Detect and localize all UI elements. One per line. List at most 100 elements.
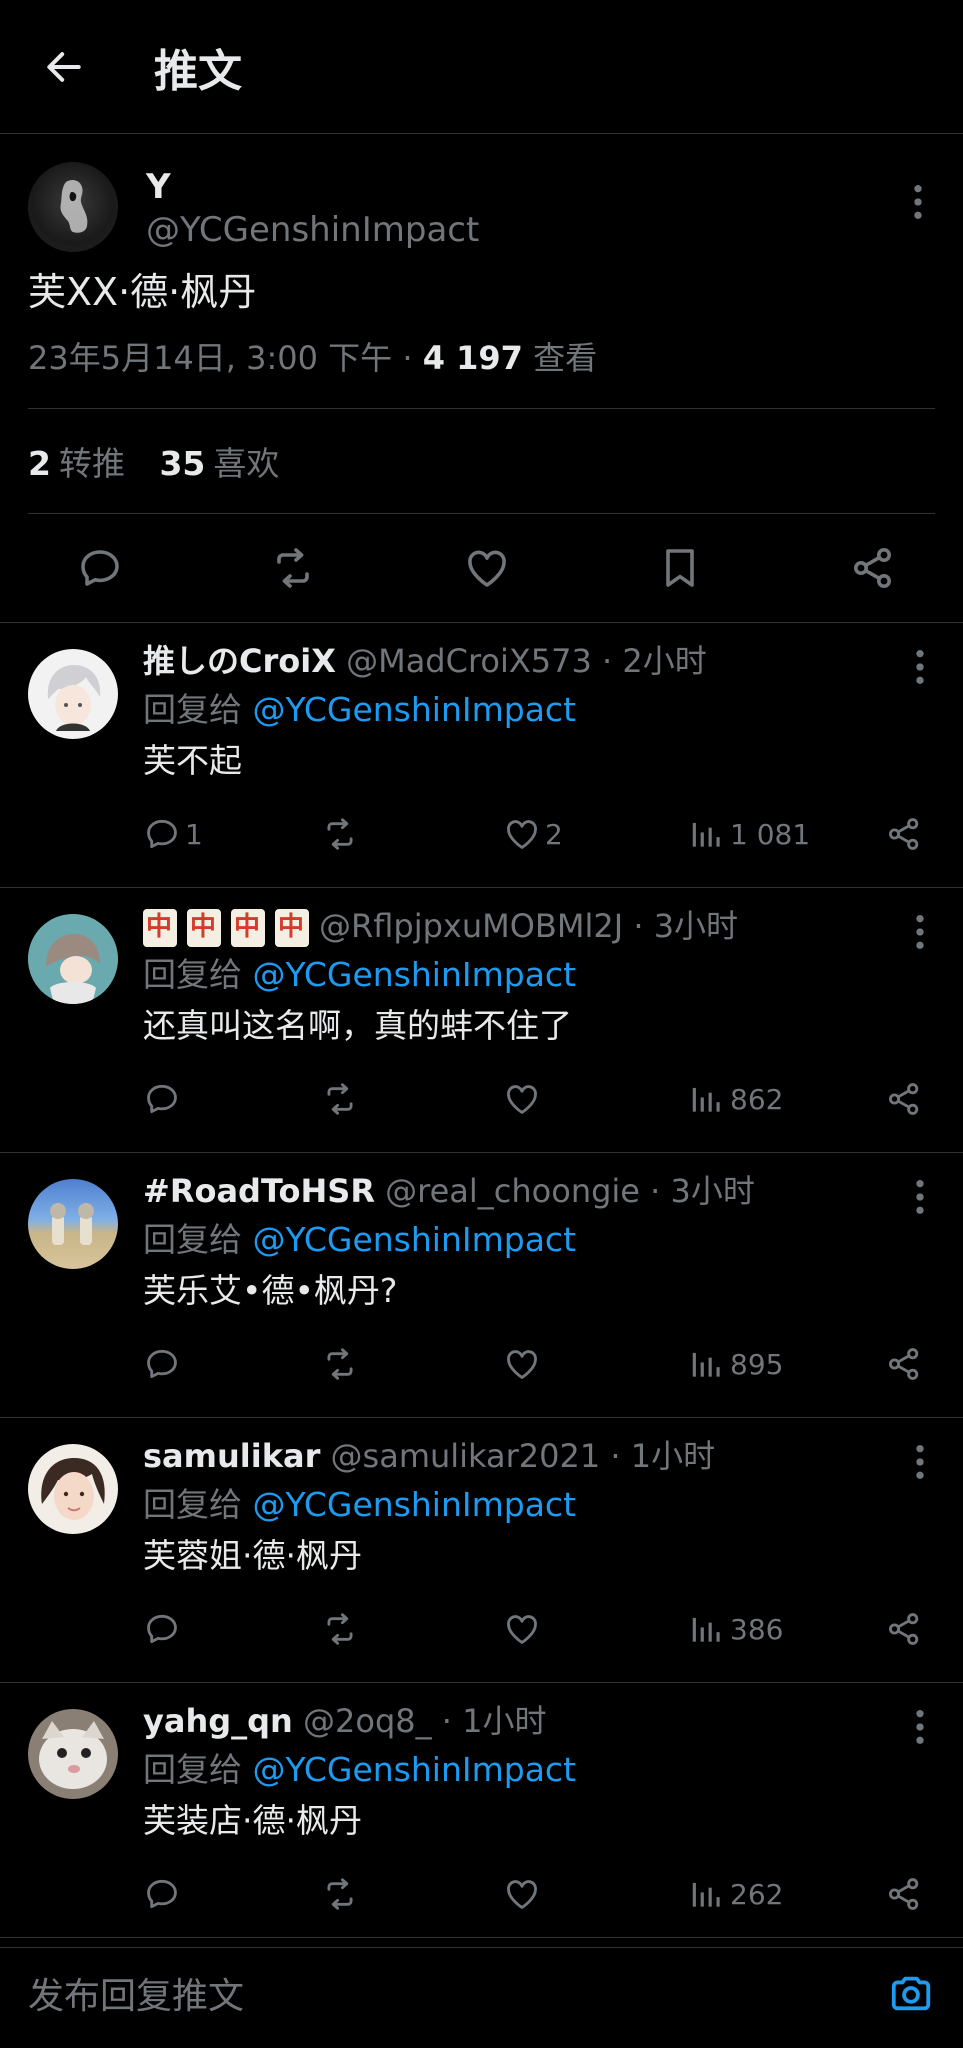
reply-author-handle[interactable]: @RflpjpxuMOBMl2J · 3小时 (319, 907, 738, 945)
views-button[interactable]: 262 (688, 1875, 783, 1913)
reply-author-handle[interactable]: @real_choongie · 3小时 (385, 1172, 755, 1210)
reply-actions: 262 (143, 1869, 923, 1919)
reply-tweet[interactable]: yahg_qn @2oq8_ · 1小时 回复给 @YCGenshinImpac… (0, 1683, 963, 1948)
reply-actions: 895 (143, 1339, 923, 1389)
reply-author-name[interactable]: 推しのCroiX (143, 642, 336, 680)
share-button[interactable] (885, 1610, 923, 1648)
share-icon[interactable] (849, 544, 897, 592)
more-options-icon[interactable] (913, 647, 927, 687)
retweet-icon[interactable] (269, 544, 317, 592)
camera-icon[interactable] (887, 1970, 935, 2016)
reply-avatar[interactable] (28, 1709, 118, 1799)
retweet-icon (321, 1080, 359, 1118)
reply-actions: 862 (143, 1074, 923, 1124)
reply-button[interactable] (143, 1345, 185, 1383)
like-icon (503, 1875, 541, 1913)
reply-compose-bar[interactable]: 发布回复推文 (0, 1937, 963, 2048)
reply-author-handle[interactable]: @samulikar2021 · 1小时 (331, 1437, 716, 1475)
reply-to-mention[interactable]: @YCGenshinImpact (253, 690, 577, 729)
tweet-date: 23年5月14日, 3:00 下午 · (28, 339, 423, 377)
more-options-icon[interactable] (911, 182, 931, 222)
author-avatar[interactable] (28, 162, 118, 252)
reply-text: 还真叫这名啊，真的蚌不住了 (143, 1006, 572, 1045)
reply-icon (143, 815, 181, 853)
views-button[interactable]: 895 (688, 1345, 783, 1383)
share-button[interactable] (885, 815, 923, 853)
share-icon (885, 1875, 923, 1913)
reply-icon (143, 1345, 181, 1383)
reply-button[interactable] (143, 1610, 185, 1648)
reply-to-mention[interactable]: @YCGenshinImpact (253, 1220, 577, 1259)
reply-actions: 1 2 1 081 (143, 809, 923, 859)
reply-author-name[interactable]: yahg_qn (143, 1702, 293, 1740)
view-label: 查看 (522, 339, 598, 377)
reply-icon (143, 1610, 181, 1648)
reply-author-name[interactable]: samulikar (143, 1437, 320, 1475)
main-tweet-actions (28, 514, 935, 622)
reply-avatar[interactable] (28, 914, 118, 1004)
reply-button[interactable] (143, 1080, 185, 1118)
more-options-icon[interactable] (913, 912, 927, 952)
like-button[interactable] (503, 1345, 545, 1383)
views-button[interactable]: 386 (688, 1610, 783, 1648)
retweet-button[interactable] (321, 1345, 363, 1383)
like-button[interactable]: 2 (503, 815, 563, 853)
author-handle[interactable]: @YCGenshinImpact (146, 208, 479, 252)
retweet-button[interactable] (321, 1080, 363, 1118)
reply-to-line: 回复给 @YCGenshinImpact (143, 955, 577, 994)
reply-to-line: 回复给 @YCGenshinImpact (143, 690, 577, 729)
reply-to-line: 回复给 @YCGenshinImpact (143, 1220, 577, 1259)
bookmark-icon[interactable] (656, 544, 704, 592)
like-button[interactable] (503, 1080, 545, 1118)
reply-tweet[interactable]: @RflpjpxuMOBMl2J · 3小时 回复给 @YCGenshinImp… (0, 888, 963, 1153)
retweet-icon (321, 1345, 359, 1383)
views-button[interactable]: 862 (688, 1080, 783, 1118)
reply-icon (143, 1875, 181, 1913)
reply-text: 芙蓉姐·德·枫丹 (143, 1536, 362, 1575)
reply-button[interactable] (143, 1875, 185, 1913)
more-options-icon[interactable] (913, 1442, 927, 1482)
like-button[interactable] (503, 1610, 545, 1648)
like-button[interactable] (503, 1875, 545, 1913)
views-button[interactable]: 1 081 (688, 815, 810, 853)
reply-tweet[interactable]: samulikar @samulikar2021 · 1小时 回复给 @YCGe… (0, 1418, 963, 1683)
reply-author-handle[interactable]: @MadCroiX573 · 2小时 (346, 642, 707, 680)
reply-button[interactable]: 1 (143, 815, 203, 853)
reply-avatar[interactable] (28, 1179, 118, 1269)
reply-to-line: 回复给 @YCGenshinImpact (143, 1485, 577, 1524)
author-name[interactable]: Y (146, 166, 479, 208)
reply-author-name[interactable] (143, 907, 319, 947)
retweet-icon (321, 815, 359, 853)
reply-avatar[interactable] (28, 1444, 118, 1534)
more-options-icon[interactable] (913, 1707, 927, 1747)
more-options-icon[interactable] (913, 1177, 927, 1217)
retweet-icon (321, 1875, 359, 1913)
engagement-stats: 2 转推 35 喜欢 (28, 409, 935, 514)
retweet-stat[interactable]: 2 转推 (28, 444, 125, 483)
reply-author-name[interactable]: #RoadToHSR (143, 1172, 375, 1210)
mahjong-emoji (187, 909, 221, 947)
reply-author-handle[interactable]: @2oq8_ · 1小时 (303, 1702, 547, 1740)
like-icon (503, 815, 541, 853)
reply-icon[interactable] (76, 544, 124, 592)
like-stat[interactable]: 35 喜欢 (159, 444, 279, 483)
share-button[interactable] (885, 1080, 923, 1118)
reply-tweet[interactable]: 推しのCroiX @MadCroiX573 · 2小时 回复给 @YCGensh… (0, 623, 963, 888)
reply-to-mention[interactable]: @YCGenshinImpact (253, 955, 577, 994)
share-button[interactable] (885, 1875, 923, 1913)
reply-to-mention[interactable]: @YCGenshinImpact (253, 1485, 577, 1524)
retweet-button[interactable] (321, 1875, 363, 1913)
like-icon (503, 1345, 541, 1383)
reply-input[interactable]: 发布回复推文 (28, 1967, 244, 2019)
like-icon[interactable] (463, 544, 511, 592)
page-title: 推文 (154, 45, 242, 97)
retweet-button[interactable] (321, 1610, 363, 1648)
tweet-text: 芙XX·德·枫丹 (28, 270, 257, 314)
back-arrow-icon[interactable] (34, 37, 94, 97)
reply-tweet[interactable]: #RoadToHSR @real_choongie · 3小时 回复给 @YCG… (0, 1153, 963, 1418)
retweet-button[interactable] (321, 815, 363, 853)
reply-avatar[interactable] (28, 649, 118, 739)
mahjong-emoji (231, 909, 265, 947)
share-button[interactable] (885, 1345, 923, 1383)
reply-to-mention[interactable]: @YCGenshinImpact (253, 1750, 577, 1789)
